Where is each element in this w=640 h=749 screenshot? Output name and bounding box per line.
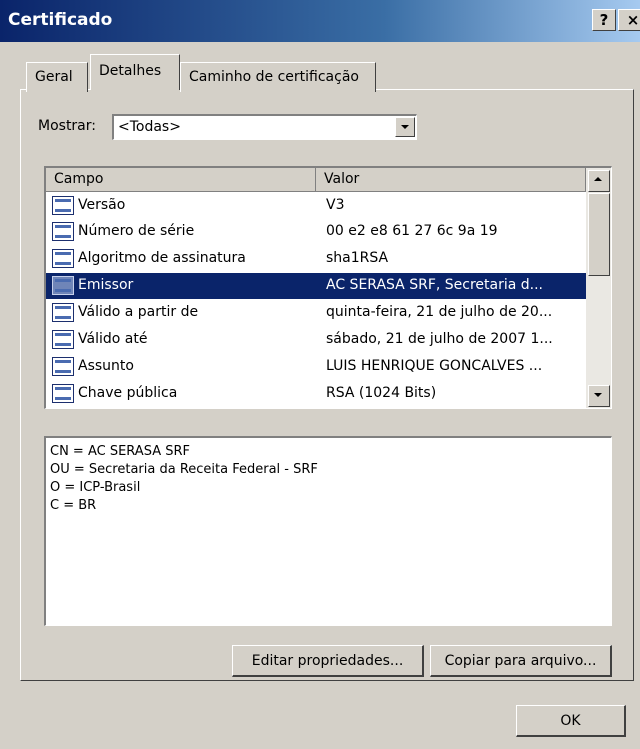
- table-row[interactable]: Válido até sábado, 21 de julho de 2007 1…: [46, 327, 586, 353]
- edit-properties-button[interactable]: Editar propriedades...: [232, 645, 424, 677]
- list-header: Campo Valor: [46, 168, 586, 192]
- show-select[interactable]: <Todas>: [112, 114, 417, 140]
- show-select-value: <Todas>: [118, 119, 181, 135]
- row-field: Chave pública: [78, 385, 178, 401]
- row-value: AC SERASA SRF, Secretaria d...: [326, 277, 544, 293]
- row-value: sha1RSA: [326, 250, 389, 266]
- detail-line: O = ICP-Brasil: [50, 480, 141, 495]
- tab-detalhes[interactable]: Detalhes: [90, 54, 180, 90]
- certificate-field-icon: [52, 276, 74, 295]
- table-row[interactable]: Assunto LUIS HENRIQUE GONCALVES ...: [46, 354, 586, 380]
- row-value: LUIS HENRIQUE GONCALVES ...: [326, 358, 543, 374]
- scroll-down-icon[interactable]: [588, 385, 610, 407]
- scroll-thumb[interactable]: [588, 193, 610, 276]
- column-header-campo[interactable]: Campo: [46, 168, 316, 192]
- row-field: Algoritmo de assinatura: [78, 250, 246, 266]
- row-field: Versão: [78, 197, 126, 213]
- tab-geral[interactable]: Geral: [26, 62, 88, 92]
- column-header-valor[interactable]: Valor: [316, 168, 586, 192]
- certificate-field-icon: [52, 330, 74, 349]
- window-title: Certificado: [8, 10, 113, 30]
- detail-line: C = BR: [50, 498, 97, 513]
- scroll-up-icon[interactable]: [588, 170, 610, 192]
- title-bar: Certificado ? ×: [0, 0, 640, 42]
- table-row[interactable]: Número de série 00 e2 e8 61 27 6c 9a 19: [46, 219, 586, 245]
- certificate-field-icon: [52, 249, 74, 268]
- row-field: Assunto: [78, 358, 134, 374]
- row-value: quinta-feira, 21 de julho de 20...: [326, 304, 553, 320]
- detail-line: OU = Secretaria da Receita Federal - SRF: [50, 462, 318, 477]
- ok-button[interactable]: OK: [516, 705, 626, 737]
- table-row[interactable]: Válido a partir de quinta-feira, 21 de j…: [46, 300, 586, 326]
- certificate-field-icon: [52, 303, 74, 322]
- row-field: Válido a partir de: [78, 304, 199, 320]
- row-value: RSA (1024 Bits): [326, 385, 437, 401]
- certificate-field-icon: [52, 222, 74, 241]
- field-detail-textbox[interactable]: CN = AC SERASA SRF OU = Secretaria da Re…: [44, 436, 612, 626]
- table-row[interactable]: Chave pública RSA (1024 Bits): [46, 381, 586, 407]
- list-scrollbar[interactable]: [586, 168, 611, 408]
- row-field: Número de série: [78, 223, 195, 239]
- chevron-down-icon[interactable]: [395, 117, 415, 137]
- certificate-field-icon: [52, 384, 74, 403]
- table-row[interactable]: Versão V3: [46, 193, 586, 219]
- close-button[interactable]: ×: [618, 9, 640, 31]
- certificate-field-icon: [52, 357, 74, 376]
- detail-line: CN = AC SERASA SRF: [50, 444, 190, 459]
- fields-list[interactable]: Campo Valor Versão V3 Número de série 00…: [44, 166, 612, 409]
- table-row-selected[interactable]: Emissor AC SERASA SRF, Secretaria d...: [46, 273, 586, 299]
- tab-caminho-de-certificacao[interactable]: Caminho de certificação: [180, 62, 376, 92]
- help-button[interactable]: ?: [592, 9, 616, 31]
- row-field: Emissor: [78, 277, 134, 293]
- row-field: Válido até: [78, 331, 148, 347]
- table-row[interactable]: Algoritmo de assinatura sha1RSA: [46, 246, 586, 272]
- certificate-field-icon: [52, 196, 74, 215]
- row-value: V3: [326, 197, 345, 213]
- row-value: 00 e2 e8 61 27 6c 9a 19: [326, 223, 498, 239]
- row-value: sábado, 21 de julho de 2007 1...: [326, 331, 553, 347]
- show-label: Mostrar:: [38, 118, 96, 134]
- copy-to-file-button[interactable]: Copiar para arquivo...: [430, 645, 612, 677]
